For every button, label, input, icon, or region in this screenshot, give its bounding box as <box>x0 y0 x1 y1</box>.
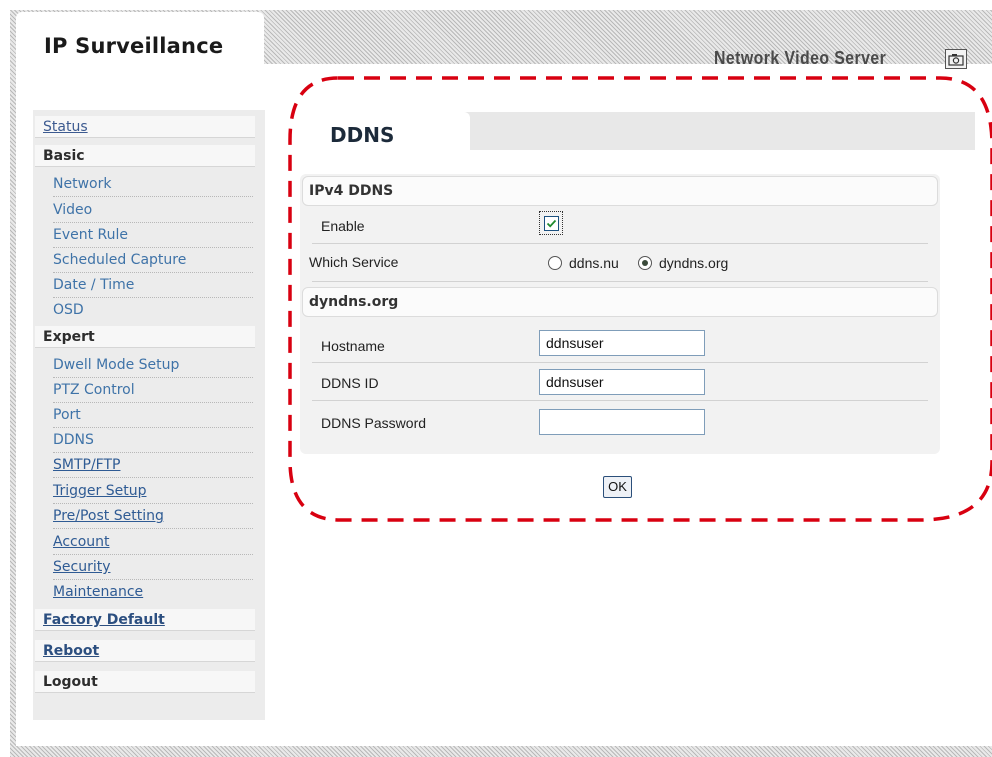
brand-title: IP Surveillance <box>44 34 224 58</box>
enable-checkbox[interactable] <box>539 211 563 235</box>
sidebar-item-logout[interactable]: Logout <box>35 671 255 693</box>
sidebar-item-video[interactable]: Video <box>53 198 253 223</box>
sidebar-item-scheduled-capture[interactable]: Scheduled Capture <box>53 248 253 273</box>
radio-label-ddns-nu: ddns.nu <box>569 255 619 271</box>
ddns-id-input[interactable] <box>539 369 705 395</box>
sidebar-item-network[interactable]: Network <box>53 172 253 197</box>
checkbox-box <box>543 215 559 231</box>
camera-button[interactable] <box>945 49 967 69</box>
sidebar-item-ptz-control[interactable]: PTZ Control <box>53 378 253 403</box>
row-enable <box>312 206 928 244</box>
sidebar-item-pre-post-setting[interactable]: Pre/Post Setting <box>53 504 253 529</box>
sidebar-item-date-time[interactable]: Date / Time <box>53 273 253 298</box>
sidebar-item-port[interactable]: Port <box>53 403 253 428</box>
sidebar-item-trigger-setup[interactable]: Trigger Setup <box>53 479 253 504</box>
sidebar-item-status[interactable]: Status <box>35 116 255 138</box>
which-service-label: Which Service <box>309 254 399 270</box>
section-ipv4-ddns: IPv4 DDNS <box>302 176 938 206</box>
sidebar-item-reboot[interactable]: Reboot <box>35 640 255 662</box>
hostname-input[interactable] <box>539 330 705 356</box>
radio-dyndns-org[interactable] <box>638 256 652 270</box>
sidebar-item-account[interactable]: Account <box>53 530 253 555</box>
page-title: DDNS <box>330 123 395 147</box>
radio-ddns-nu[interactable] <box>548 256 562 270</box>
product-name: Network Video Server <box>714 48 887 68</box>
camera-icon <box>948 53 964 66</box>
checkmark-icon <box>546 219 556 227</box>
sidebar-item-smtp-ftp[interactable]: SMTP/FTP <box>53 453 253 478</box>
sidebar-item-factory-default[interactable]: Factory Default <box>35 609 255 631</box>
sidebar-item-osd[interactable]: OSD <box>53 298 253 323</box>
ddns-id-label: DDNS ID <box>321 375 379 391</box>
enable-label: Enable <box>321 218 365 234</box>
sidebar-item-maintenance[interactable]: Maintenance <box>53 580 253 605</box>
row-which-service <box>312 244 928 282</box>
sidebar-heading-basic: Basic <box>35 145 255 167</box>
sidebar-item-ddns[interactable]: DDNS <box>53 428 253 453</box>
hostname-label: Hostname <box>321 338 385 354</box>
sidebar-item-dwell-mode-setup[interactable]: Dwell Mode Setup <box>53 353 253 378</box>
ddns-password-label: DDNS Password <box>321 415 427 431</box>
ddns-password-input[interactable] <box>539 409 705 435</box>
ok-button[interactable]: OK <box>603 476 632 498</box>
section-dyndns-org: dyndns.org <box>302 287 938 317</box>
sidebar-item-event-rule[interactable]: Event Rule <box>53 223 253 248</box>
sidebar-item-security[interactable]: Security <box>53 555 253 580</box>
sidebar-heading-expert: Expert <box>35 326 255 348</box>
radio-label-dyndns-org: dyndns.org <box>659 255 729 271</box>
